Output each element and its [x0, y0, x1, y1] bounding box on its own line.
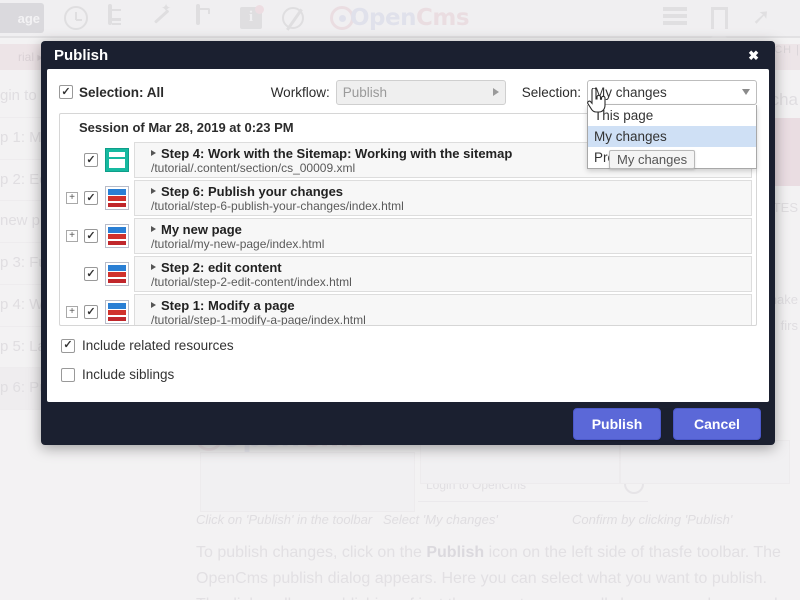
- publish-options: Include related resources Include siblin…: [59, 326, 757, 382]
- row-title: My new page: [161, 222, 242, 237]
- selection-label: Selection:: [522, 85, 581, 100]
- table-row[interactable]: + My new page /tutorial/my-new-page/inde…: [66, 218, 752, 254]
- table-row[interactable]: Step 2: edit content /tutorial/step-2-ed…: [66, 256, 752, 292]
- row-path: /tutorial/step-1-modify-a-page/index.htm…: [151, 313, 751, 327]
- select-all-control[interactable]: Selection: All: [59, 85, 164, 100]
- row-checkbox[interactable]: [84, 305, 98, 319]
- row-checkbox[interactable]: [84, 153, 98, 167]
- expand-arrow-icon[interactable]: [151, 264, 156, 270]
- page-resource-icon: [105, 186, 129, 210]
- row-checkbox[interactable]: [84, 191, 98, 205]
- row-content: Step 6: Publish your changes /tutorial/s…: [134, 180, 752, 216]
- row-title-wrap: Step 6: Publish your changes: [151, 184, 751, 199]
- row-path: /tutorial/step-6-publish-your-changes/in…: [151, 199, 751, 213]
- include-related-resources-checkbox[interactable]: [61, 339, 75, 353]
- workflow-control: Workflow: Publish: [271, 80, 506, 105]
- publish-button[interactable]: Publish: [573, 408, 661, 440]
- expand-arrow-icon[interactable]: [151, 302, 156, 308]
- row-title: Step 4: Work with the Sitemap: Working w…: [161, 146, 512, 161]
- row-path: /tutorial/step-2-edit-content/index.html: [151, 275, 751, 289]
- expand-arrow-icon[interactable]: [151, 150, 156, 156]
- table-row[interactable]: + Step 6: Publish your changes /tutorial…: [66, 180, 752, 216]
- dropdown-tooltip: My changes: [609, 150, 695, 169]
- dropdown-option-my-changes[interactable]: My changes: [588, 126, 756, 147]
- include-related-resources-label: Include related resources: [82, 338, 234, 353]
- row-checkbox[interactable]: [84, 267, 98, 281]
- row-path: /tutorial/my-new-page/index.html: [151, 237, 751, 251]
- select-all-checkbox[interactable]: [59, 85, 73, 99]
- content-resource-icon: [105, 148, 129, 172]
- expand-arrow-icon[interactable]: [151, 226, 156, 232]
- page-resource-icon: [105, 300, 129, 324]
- dialog-body: Selection: All Workflow: Publish Selecti…: [47, 69, 769, 402]
- row-title-wrap: Step 2: edit content: [151, 260, 751, 275]
- row-title: Step 6: Publish your changes: [161, 184, 343, 199]
- selection-control: Selection: My changes This page My chang…: [522, 80, 757, 105]
- include-siblings-option[interactable]: Include siblings: [61, 367, 757, 382]
- page-resource-icon: [105, 224, 129, 248]
- row-title-wrap: My new page: [151, 222, 751, 237]
- include-siblings-checkbox[interactable]: [61, 368, 75, 382]
- expand-toggle[interactable]: +: [66, 230, 78, 242]
- table-row[interactable]: + Step 1: Modify a page /tutorial/step-1…: [66, 294, 752, 326]
- row-content: Step 1: Modify a page /tutorial/step-1-m…: [134, 294, 752, 326]
- page-resource-icon: [105, 262, 129, 286]
- row-title-wrap: Step 1: Modify a page: [151, 298, 751, 313]
- close-icon[interactable]: ✖: [742, 47, 765, 64]
- chevron-right-icon: [493, 88, 499, 96]
- dropdown-option-this-page[interactable]: This page: [588, 105, 756, 126]
- row-title: Step 1: Modify a page: [161, 298, 295, 313]
- dialog-controls-bar: Selection: All Workflow: Publish Selecti…: [59, 79, 757, 105]
- row-checkbox[interactable]: [84, 229, 98, 243]
- include-related-resources-option[interactable]: Include related resources: [61, 338, 757, 353]
- row-content: My new page /tutorial/my-new-page/index.…: [134, 218, 752, 254]
- dialog-titlebar: Publish ✖: [41, 41, 775, 69]
- workflow-select[interactable]: Publish: [336, 80, 506, 105]
- row-content: Step 2: edit content /tutorial/step-2-ed…: [134, 256, 752, 292]
- expand-toggle[interactable]: +: [66, 306, 78, 318]
- dialog-title: Publish: [54, 47, 108, 64]
- publish-dialog: Publish ✖ Selection: All Workflow: Publi…: [41, 41, 775, 445]
- chevron-down-icon: [742, 89, 750, 95]
- expand-arrow-icon[interactable]: [151, 188, 156, 194]
- expand-toggle[interactable]: +: [66, 192, 78, 204]
- cancel-button[interactable]: Cancel: [673, 408, 761, 440]
- selection-value: My changes: [594, 85, 742, 100]
- select-all-label: Selection: All: [79, 85, 164, 100]
- include-siblings-label: Include siblings: [82, 367, 174, 382]
- workflow-value: Publish: [343, 85, 493, 100]
- row-title: Step 2: edit content: [161, 260, 282, 275]
- screen: rial ▸ Si RCH | cha TES nake firs gin to…: [0, 0, 800, 600]
- dialog-footer: Publish Cancel: [41, 402, 775, 445]
- workflow-label: Workflow:: [271, 85, 330, 100]
- selection-select[interactable]: My changes: [587, 80, 757, 105]
